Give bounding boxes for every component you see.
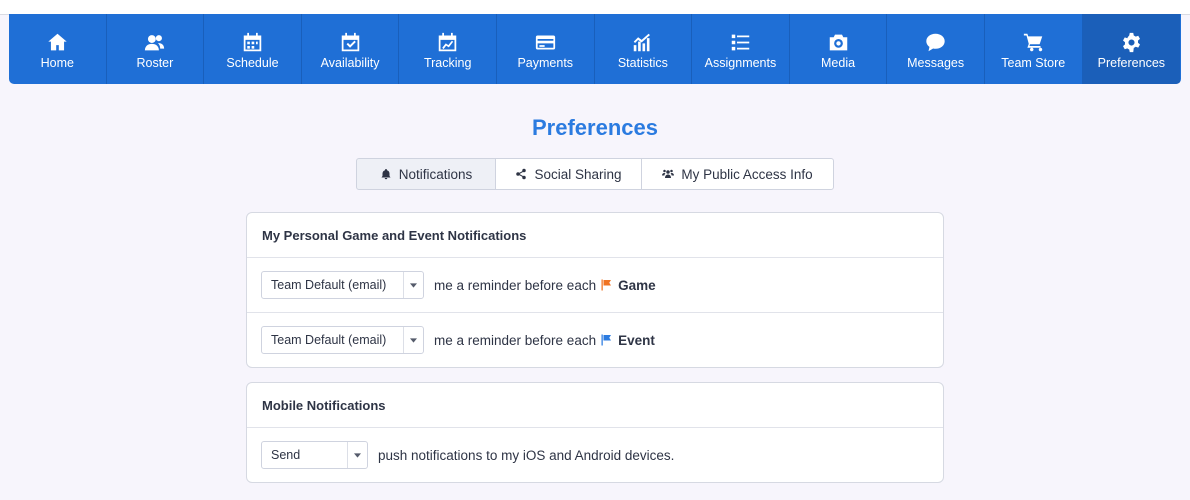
nav-item-team-store[interactable]: Team Store [985,14,1083,84]
nav-item-label: Roster [136,56,174,70]
calendar-icon [241,31,263,53]
calendar-check-icon [339,31,361,53]
nav-item-tracking[interactable]: Tracking [399,14,497,84]
nav-item-availability[interactable]: Availability [302,14,400,84]
nav-item-label: Schedule [226,56,279,70]
select-value: Team Default (email) [271,278,387,292]
select-value: Team Default (email) [271,333,387,347]
personal-notifications-panel: My Personal Game and Event Notifications… [246,212,944,368]
panel-heading: My Personal Game and Event Notifications [247,213,943,258]
gear-icon [1120,31,1142,53]
game-reminder-row: Team Default (email) me a reminder befor… [247,258,943,313]
page-title: Preferences [532,115,658,140]
browser-top-strip [0,0,1190,15]
tab-label: Notifications [398,166,473,182]
caret-down-icon [403,327,423,353]
tab-social-sharing[interactable]: Social Sharing [495,158,642,190]
tab-label: My Public Access Info [681,166,813,182]
nav-item-schedule[interactable]: Schedule [204,14,302,84]
caret-down-icon [403,272,423,298]
nav-item-label: Team Store [1001,56,1066,70]
users-icon [144,31,166,53]
nav-item-home[interactable]: Home [9,14,107,84]
home-icon [46,31,68,53]
nav-item-media[interactable]: Media [790,14,888,84]
camera-icon [827,31,849,53]
nav-item-label: Payments [517,56,574,70]
event-reminder-row: Team Default (email) me a reminder befor… [247,313,943,367]
flag-icon [600,279,612,291]
bell-icon [380,168,392,180]
credit-card-icon [534,31,556,53]
nav-item-label: Statistics [617,56,668,70]
nav-item-preferences[interactable]: Preferences [1082,14,1181,84]
flag-icon [600,334,612,346]
shopping-cart-icon [1022,31,1044,53]
select-value: Send [271,448,301,462]
push-notifications-row: Send push notifications to my iOS and An… [247,428,943,482]
panel-heading: Mobile Notifications [247,383,943,428]
nav-item-assignments[interactable]: Assignments [692,14,790,84]
nav-item-label: Preferences [1097,56,1166,70]
nav-item-statistics[interactable]: Statistics [595,14,693,84]
event-reminder-select[interactable]: Team Default (email) [261,326,424,354]
nav-item-payments[interactable]: Payments [497,14,595,84]
bar-chart-icon [632,31,654,53]
nav-item-roster[interactable]: Roster [107,14,205,84]
push-notifications-select[interactable]: Send [261,441,368,469]
caret-down-icon [347,442,367,468]
tab-notifications[interactable]: Notifications [356,158,496,190]
push-notifications-text: push notifications to my iOS and Android… [378,447,675,463]
nav-item-label: Tracking [423,56,472,70]
reminder-text: me a reminder before each [434,277,597,293]
preferences-tabs: Notifications Social Sharing My Public A… [356,158,834,190]
main-nav: Home Roster Schedule Availability Tracki… [9,14,1181,84]
mobile-notifications-panel: Mobile Notifications Send push notificat… [246,382,944,483]
game-reminder-select[interactable]: Team Default (email) [261,271,424,299]
nav-item-label: Home [40,56,74,70]
nav-item-messages[interactable]: Messages [887,14,985,84]
tracking-chart-icon [437,31,459,53]
tab-label: Social Sharing [534,166,622,182]
nav-item-label: Availability [320,56,380,70]
chat-bubble-icon [925,31,947,53]
group-icon [662,168,675,180]
nav-item-label: Messages [907,56,965,70]
list-icon [729,31,751,53]
nav-item-label: Assignments [704,56,777,70]
share-icon [515,168,527,180]
tab-public-access-info[interactable]: My Public Access Info [641,158,834,190]
event-kind-label: Game [618,277,656,293]
reminder-text: me a reminder before each [434,332,597,348]
event-kind-label: Event [618,332,655,348]
nav-item-label: Media [821,56,856,70]
